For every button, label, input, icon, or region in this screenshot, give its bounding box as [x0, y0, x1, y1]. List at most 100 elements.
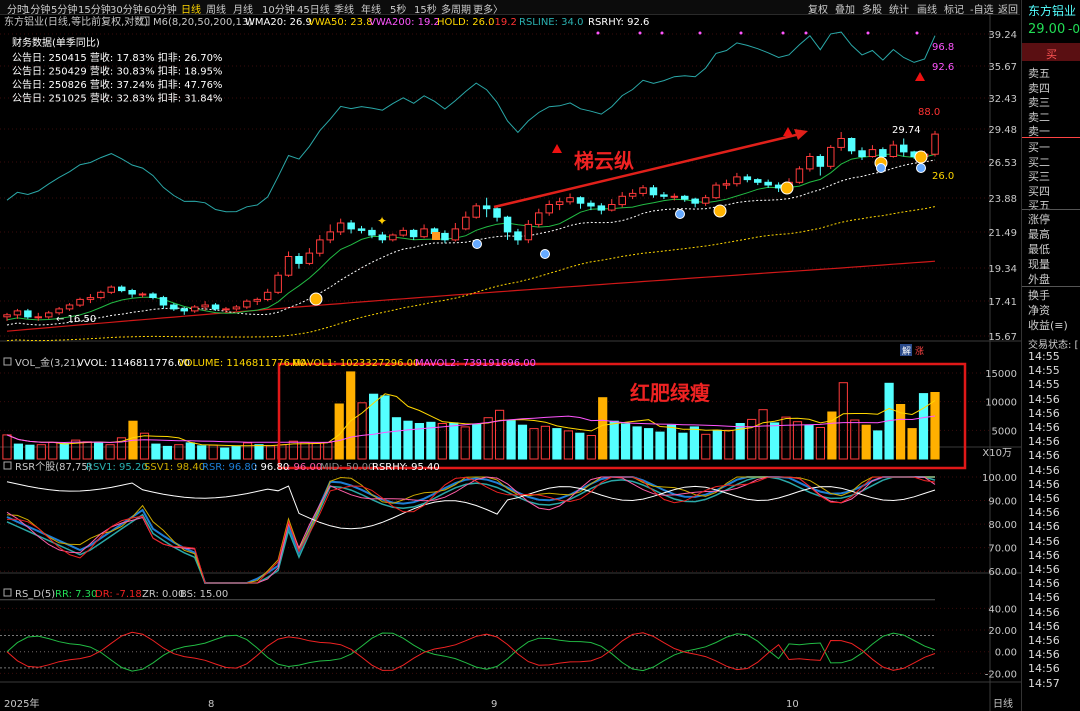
candle-body[interactable]: [608, 204, 616, 211]
candle-body[interactable]: [441, 232, 449, 241]
volume-bar[interactable]: [689, 426, 699, 460]
candle-body[interactable]: [795, 168, 804, 183]
volume-bar[interactable]: [25, 444, 35, 460]
volume-bar[interactable]: [598, 397, 608, 460]
candle-body[interactable]: [170, 304, 178, 310]
candle-body[interactable]: [336, 222, 345, 233]
candle-body[interactable]: [45, 312, 53, 318]
candle-body[interactable]: [587, 202, 595, 207]
volume-bar[interactable]: [792, 421, 803, 460]
candle-body[interactable]: [858, 150, 866, 158]
volume-bar[interactable]: [254, 444, 264, 460]
candle-body[interactable]: [284, 256, 293, 276]
candle-body[interactable]: [3, 314, 11, 318]
candle-body[interactable]: [524, 223, 533, 241]
candle-body[interactable]: [868, 149, 877, 158]
candle-body[interactable]: [503, 216, 512, 233]
candle-body[interactable]: [118, 286, 126, 292]
candle-body[interactable]: [420, 228, 428, 238]
candle-body[interactable]: [628, 192, 637, 197]
candle-body[interactable]: [378, 234, 387, 241]
candle-body[interactable]: [34, 316, 42, 319]
candle-body[interactable]: [97, 291, 105, 299]
candle-body[interactable]: [305, 252, 314, 264]
candle-body[interactable]: [149, 293, 157, 298]
volume-bar[interactable]: [552, 428, 562, 460]
volume-bar[interactable]: [563, 430, 573, 460]
candle-body[interactable]: [399, 229, 407, 236]
chart-area[interactable]: 39.24 35.67 32.43 29.48 26.53 23.88 21.49 19.34…: [0, 14, 1021, 711]
candle-body[interactable]: [316, 239, 324, 254]
volume-bar[interactable]: [265, 445, 276, 460]
candle-body[interactable]: [701, 197, 710, 204]
candle-body[interactable]: [107, 286, 115, 293]
volume-bar[interactable]: [323, 441, 333, 460]
volume-bar[interactable]: [747, 418, 757, 460]
volume-bar[interactable]: [712, 429, 722, 460]
volume-bar[interactable]: [861, 424, 871, 460]
volume-bar[interactable]: [770, 422, 780, 460]
candle-body[interactable]: [816, 156, 825, 167]
volume-bar[interactable]: [781, 416, 791, 460]
candle-body[interactable]: [180, 308, 188, 312]
volume-bar[interactable]: [472, 423, 482, 460]
volume-bar[interactable]: [815, 427, 825, 460]
volume-bar[interactable]: [48, 441, 58, 460]
volume-bar[interactable]: [300, 441, 310, 460]
volume-bar[interactable]: [529, 428, 539, 460]
volume-bar[interactable]: [437, 423, 447, 460]
rsr-collapse-icon[interactable]: [3, 461, 12, 470]
volume-bar[interactable]: [644, 428, 654, 460]
volume-bar[interactable]: [391, 417, 402, 460]
volume-bar[interactable]: [678, 432, 688, 460]
volume-bar[interactable]: [59, 443, 69, 460]
candle-body[interactable]: [138, 293, 147, 296]
candle-body[interactable]: [670, 195, 679, 198]
volume-bar[interactable]: [311, 443, 321, 460]
candle-body[interactable]: [472, 205, 480, 218]
volume-bar[interactable]: [495, 409, 505, 460]
candle-body[interactable]: [274, 274, 282, 293]
candle-body[interactable]: [65, 304, 74, 310]
candle-body[interactable]: [879, 149, 887, 158]
candle-body[interactable]: [86, 297, 95, 300]
candle-body[interactable]: [222, 308, 230, 311]
vol-collapse-icon[interactable]: [3, 357, 12, 366]
volume-bar[interactable]: [220, 447, 230, 460]
candle-body[interactable]: [733, 176, 741, 185]
candle-body[interactable]: [712, 184, 720, 199]
candle-body[interactable]: [681, 195, 689, 200]
candle-body[interactable]: [368, 229, 376, 236]
volume-bar[interactable]: [13, 443, 23, 460]
volume-bar[interactable]: [357, 402, 367, 460]
volume-bar[interactable]: [483, 417, 493, 460]
volume-bar[interactable]: [82, 441, 92, 460]
volume-bar[interactable]: [621, 423, 631, 460]
candle-body[interactable]: [389, 234, 397, 241]
candle-body[interactable]: [566, 197, 574, 203]
volume-bar[interactable]: [540, 425, 550, 460]
volume-bar[interactable]: [758, 409, 768, 460]
candle-body[interactable]: [451, 228, 460, 241]
candle-body[interactable]: [295, 256, 303, 264]
volume-bar[interactable]: [506, 420, 516, 460]
candle-body[interactable]: [55, 308, 63, 314]
volume-bar[interactable]: [804, 424, 814, 460]
candle-body[interactable]: [357, 228, 366, 231]
candle-body[interactable]: [847, 138, 856, 152]
candle-body[interactable]: [545, 204, 553, 214]
volume-bar[interactable]: [151, 443, 161, 460]
quote-title[interactable]: 东方铝业 (: [1028, 2, 1080, 19]
volume-bar[interactable]: [380, 395, 390, 460]
candle-body[interactable]: [900, 144, 908, 153]
candle-body[interactable]: [535, 212, 543, 225]
candle-body[interactable]: [482, 205, 491, 210]
candle-body[interactable]: [201, 304, 209, 308]
volume-bar[interactable]: [185, 442, 195, 460]
candle-body[interactable]: [764, 181, 772, 186]
candle-body[interactable]: [931, 133, 939, 155]
volume-bar[interactable]: [231, 445, 241, 460]
candle-body[interactable]: [597, 205, 606, 211]
candle-body[interactable]: [754, 179, 762, 183]
candle-body[interactable]: [555, 201, 564, 206]
